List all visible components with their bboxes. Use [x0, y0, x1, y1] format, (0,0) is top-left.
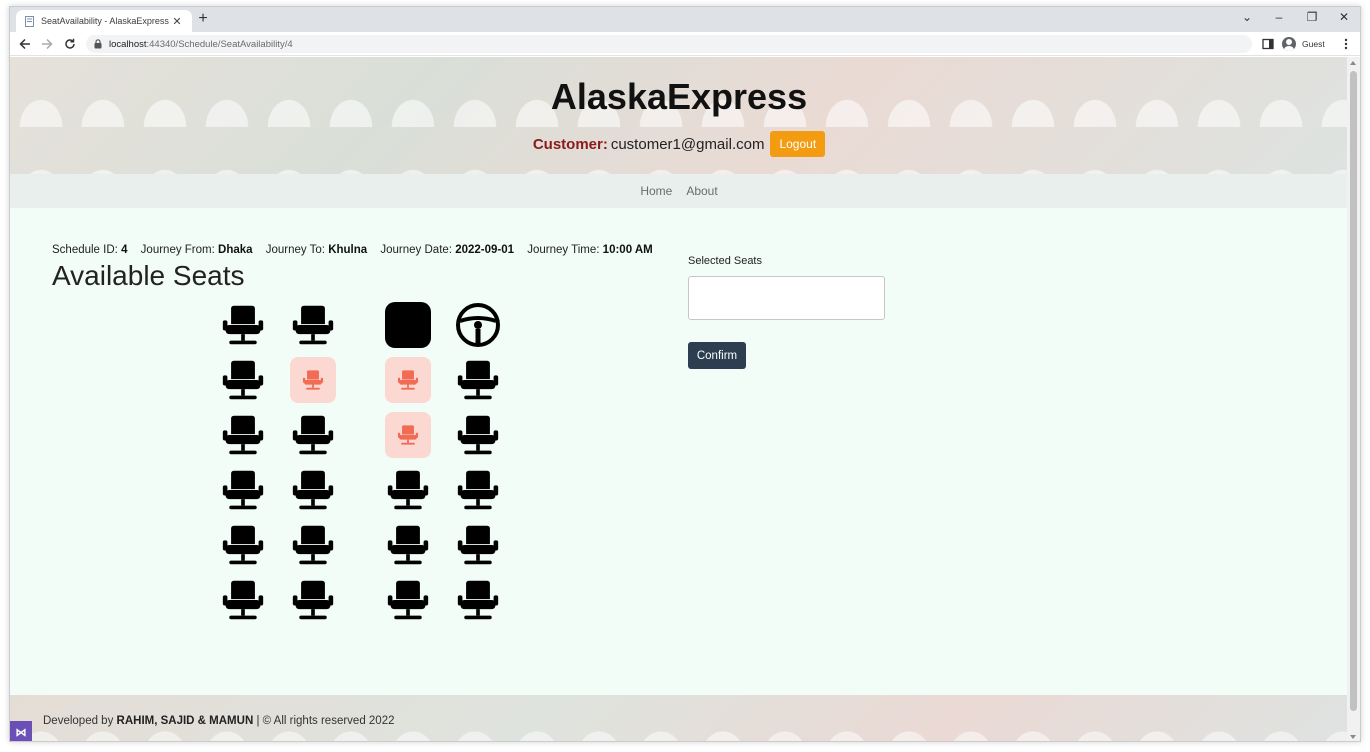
seat-available-icon[interactable]: [455, 412, 501, 458]
seat-available-icon[interactable]: [455, 357, 501, 403]
page-scrollbar[interactable]: [1347, 57, 1360, 741]
close-window-icon[interactable]: ✕: [1333, 10, 1355, 24]
scroll-down-icon[interactable]: [1350, 735, 1356, 739]
menu-dots-icon[interactable]: [1337, 35, 1355, 53]
profile-button[interactable]: Guest: [1282, 35, 1325, 53]
footer-suffix: | © All rights reserved 2022: [253, 715, 395, 727]
journey-date-label: Journey Date:: [380, 244, 452, 256]
seat-available-icon[interactable]: [220, 577, 266, 623]
seat-available-icon[interactable]: [385, 467, 431, 513]
new-tab-button[interactable]: +: [194, 11, 212, 29]
seat-available-icon[interactable]: [385, 522, 431, 568]
seat-available-icon[interactable]: [290, 577, 336, 623]
seat-available-icon[interactable]: [220, 357, 266, 403]
available-seats-heading: Available Seats: [52, 260, 245, 291]
browser-window: SeatAvailability - AlaskaExpress ✕ + ⌄ –…: [9, 6, 1361, 742]
seat-available-icon[interactable]: [290, 412, 336, 458]
schedule-info: Schedule ID: 4 Journey From: Dhaka Journ…: [52, 244, 663, 256]
tab-strip: SeatAvailability - AlaskaExpress ✕ + ⌄ –…: [10, 7, 1360, 32]
site-footer: ⋈ Developed by RAHIM, SAJID & MAMUN | © …: [10, 695, 1348, 741]
seat-available-icon[interactable]: [220, 412, 266, 458]
schedule-id: 4: [121, 244, 128, 256]
user-info: Customer: customer1@gmail.com Logout: [10, 131, 1348, 157]
scrollbar-thumb[interactable]: [1350, 71, 1357, 711]
user-email: customer1@gmail.com: [610, 135, 765, 153]
seat-available-icon[interactable]: [455, 577, 501, 623]
logout-button[interactable]: Logout: [770, 131, 826, 157]
page-icon: [24, 15, 35, 27]
avatar-icon: [1282, 37, 1296, 51]
journey-time-label: Journey Time:: [527, 244, 600, 256]
seat-available-icon[interactable]: [290, 302, 336, 348]
journey-from-label: Journey From:: [140, 244, 215, 256]
seat-booked-icon: [385, 357, 431, 403]
nav-home[interactable]: Home: [640, 184, 672, 198]
seat-booked-icon: [290, 357, 336, 403]
seat-available-icon[interactable]: [455, 467, 501, 513]
main-nav: Home About: [10, 174, 1348, 208]
site-title: AlaskaExpress: [550, 76, 808, 117]
site-header: AlaskaExpress Customer: customer1@gmail.…: [10, 57, 1348, 174]
side-panel-icon[interactable]: [1259, 35, 1277, 53]
browser-tab[interactable]: SeatAvailability - AlaskaExpress ✕: [16, 10, 192, 32]
journey-from: Dhaka: [218, 244, 253, 256]
footer-prefix: Developed by: [43, 715, 117, 727]
seat-available-icon[interactable]: [290, 467, 336, 513]
seat-booked-icon: [385, 412, 431, 458]
seat-available-icon[interactable]: [455, 522, 501, 568]
seat-available-icon[interactable]: [290, 522, 336, 568]
back-arrow-icon[interactable]: [16, 35, 34, 53]
tab-close-icon[interactable]: ✕: [170, 15, 184, 28]
visual-studio-icon: ⋈: [10, 721, 32, 741]
lock-icon: [94, 39, 102, 49]
profile-label: Guest: [1302, 39, 1325, 49]
seat-available-icon[interactable]: [385, 577, 431, 623]
browser-toolbar: localhost:44340/Schedule/SeatAvailabilit…: [10, 32, 1360, 56]
seat-available-icon[interactable]: [220, 467, 266, 513]
url-path: :44340/Schedule/SeatAvailability/4: [146, 38, 293, 50]
address-bar[interactable]: localhost:44340/Schedule/SeatAvailabilit…: [86, 35, 1252, 53]
role-label: Customer:: [532, 135, 608, 153]
journey-to: Khulna: [328, 244, 368, 256]
journey-time: 10:00 AM: [602, 244, 653, 256]
tab-search-icon[interactable]: ⌄: [1236, 10, 1258, 24]
confirm-button[interactable]: Confirm: [688, 342, 746, 369]
steering-wheel-icon: [455, 302, 501, 348]
footer-text: Developed by RAHIM, SAJID & MAMUN | © Al…: [43, 715, 395, 727]
page-content: AlaskaExpress Customer: customer1@gmail.…: [10, 57, 1348, 741]
forward-arrow-icon[interactable]: [38, 35, 56, 53]
scroll-up-icon[interactable]: [1350, 61, 1356, 65]
url-host: localhost: [109, 38, 147, 50]
seat-available-icon[interactable]: [220, 522, 266, 568]
footer-authors: RAHIM, SAJID & MAMUN: [116, 715, 254, 727]
journey-to-label: Journey To:: [265, 244, 325, 256]
tab-title: SeatAvailability - AlaskaExpress: [41, 16, 169, 26]
driver-seat-block: [385, 302, 431, 348]
minimize-icon[interactable]: –: [1268, 10, 1290, 24]
seat-available-icon[interactable]: [220, 302, 266, 348]
nav-about[interactable]: About: [686, 184, 717, 198]
selected-seats-label: Selected Seats: [688, 255, 762, 267]
journey-date: 2022-09-01: [455, 244, 515, 256]
selected-seats-field[interactable]: [688, 276, 885, 320]
reload-icon[interactable]: [61, 35, 79, 53]
schedule-id-label: Schedule ID:: [52, 244, 118, 256]
restore-icon[interactable]: ❐: [1301, 10, 1323, 24]
